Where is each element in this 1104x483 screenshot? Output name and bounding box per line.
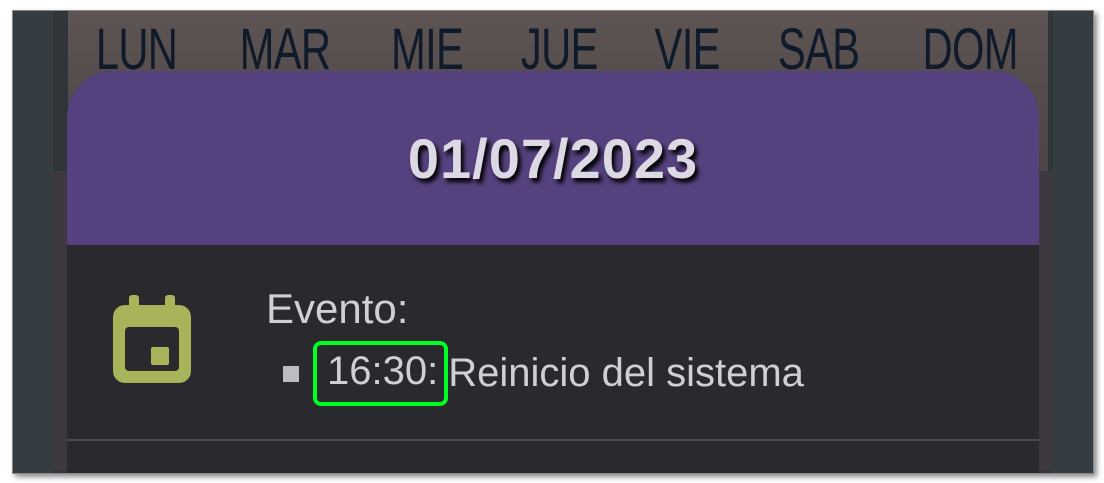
dialog-date-title: 01/07/2023 [407, 126, 699, 190]
calendar-icon [109, 295, 195, 392]
event-dialog: 01/07/2023 Evento: 16:30: Reinicio del s… [67, 71, 1039, 473]
app-frame: LUN MAR MIE JUE VIE SAB DOM 01/07/2023 E… [12, 10, 1094, 474]
dialog-header: 01/07/2023 [67, 71, 1039, 245]
event-time: 16:30: [313, 341, 449, 406]
event-description: Reinicio del sistema [448, 351, 804, 395]
left-edge [13, 11, 53, 473]
bullet-square-icon [283, 365, 299, 382]
event-list-item[interactable]: Evento: 16:30: Reinicio del sistema [67, 245, 1039, 441]
event-label: Evento: [266, 285, 409, 332]
right-edge [1053, 11, 1093, 473]
divider [67, 439, 1039, 441]
event-entry: 16:30: Reinicio del sistema [283, 341, 804, 406]
